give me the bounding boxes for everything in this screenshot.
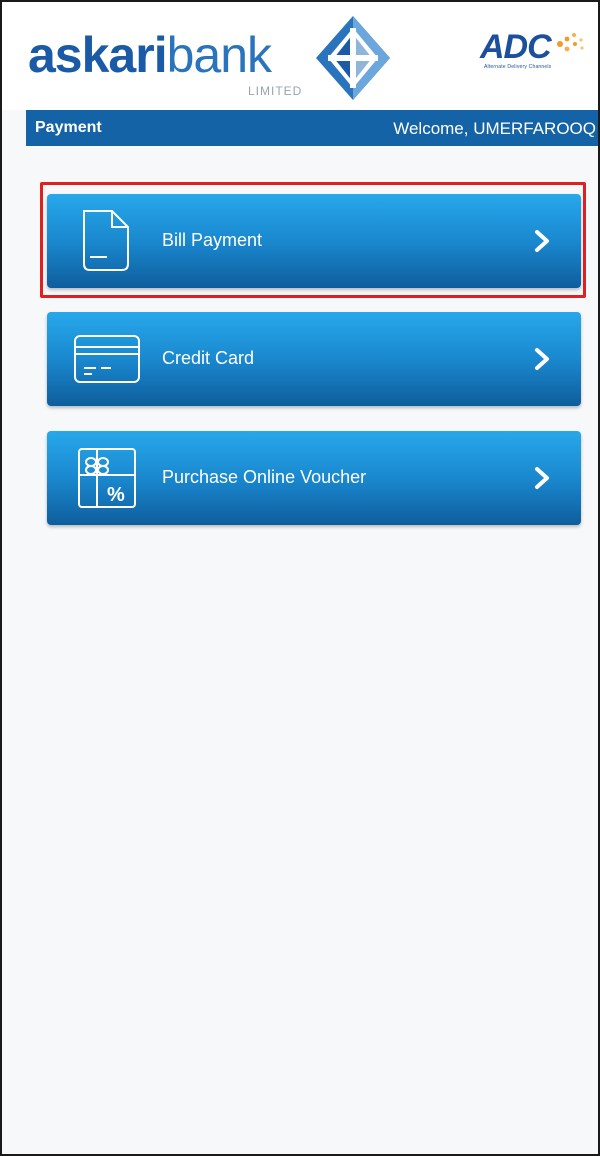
brand-name-light: bank (166, 27, 272, 83)
menu-item-label: Bill Payment (162, 230, 263, 250)
chevron-right-icon (535, 348, 549, 370)
credit-card-button[interactable]: Credit Card (47, 312, 581, 406)
menu-item-label: Purchase Online Voucher (162, 467, 367, 487)
chevron-right-icon (535, 230, 549, 252)
page-title: Payment (35, 119, 102, 136)
adc-dots-icon (557, 33, 584, 52)
welcome-text: Welcome, UMERFAROOQ (393, 119, 596, 138)
app-header: askaribank LIMITED ADC Alternate Deliver… (2, 2, 598, 110)
document-icon (83, 210, 129, 271)
credit-card-icon (74, 335, 140, 383)
askari-diamond-logo-icon (316, 16, 390, 100)
svg-text:%: % (107, 484, 125, 506)
askari-bank-logo: askaribank (28, 27, 272, 83)
menu-item-label: Credit Card (162, 348, 255, 368)
brand-subtitle: LIMITED (248, 84, 303, 98)
purchase-online-voucher-button[interactable]: % Purchase Online Voucher (47, 431, 581, 525)
gift-voucher-icon: % (78, 448, 136, 508)
title-bar: Payment Welcome, UMERFAROOQ (26, 110, 598, 146)
chevron-right-icon (535, 467, 549, 489)
brand-name-bold: askari (28, 27, 168, 83)
app-screen: askaribank LIMITED ADC Alternate Deliver… (0, 0, 600, 1156)
adc-logo-text: ADC (480, 28, 552, 66)
adc-logo: ADC Alternate Delivery Channels (480, 30, 590, 80)
adc-logo-subtitle: Alternate Delivery Channels (484, 64, 552, 70)
bill-payment-button[interactable]: Bill Payment (47, 194, 581, 288)
